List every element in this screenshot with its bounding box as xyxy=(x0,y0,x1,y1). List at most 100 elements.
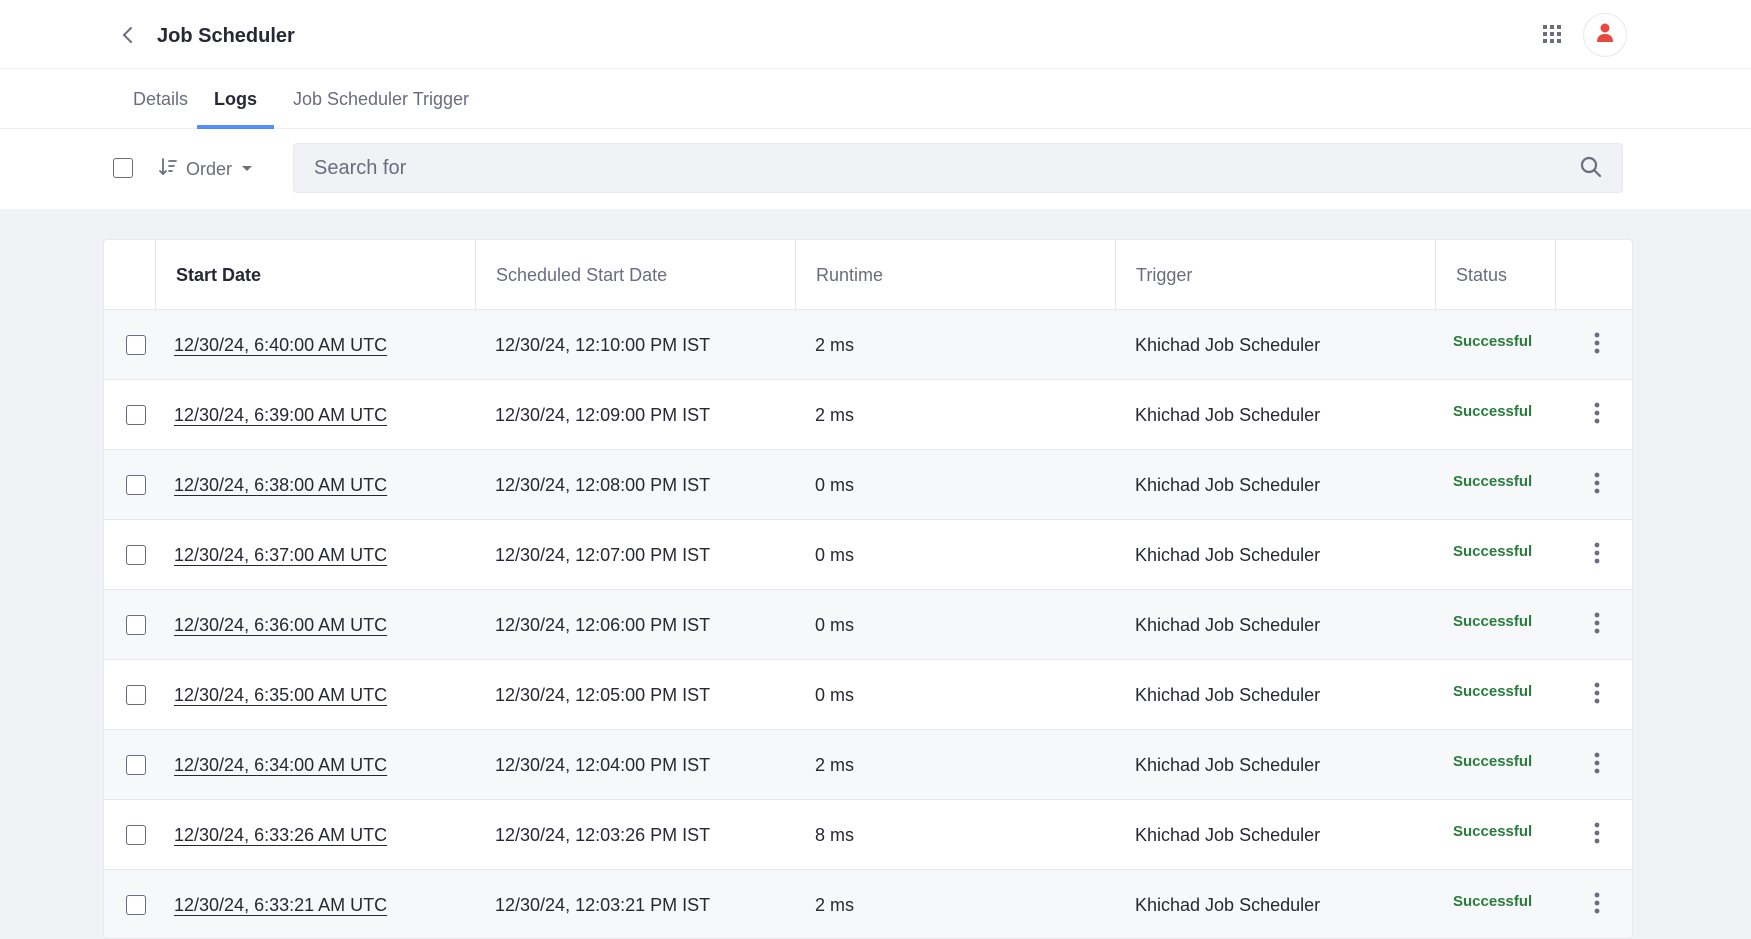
table-row: 12/30/24, 6:36:00 AM UTC 12/30/24, 12:06:… xyxy=(104,590,1632,660)
row-actions-button[interactable] xyxy=(1581,329,1613,361)
runtime-cell: 0 ms xyxy=(815,615,855,635)
row-checkbox[interactable] xyxy=(126,825,146,845)
sort-icon xyxy=(158,157,178,182)
start-date-link[interactable]: 12/30/24, 6:33:26 AM UTC xyxy=(174,800,387,870)
ellipsis-vertical-icon xyxy=(1594,612,1600,639)
row-checkbox[interactable] xyxy=(126,475,146,495)
top-header: Job Scheduler xyxy=(0,0,1751,69)
ellipsis-vertical-icon xyxy=(1594,682,1600,709)
row-checkbox[interactable] xyxy=(126,405,146,425)
scheduled-start-date-cell: 12/30/24, 12:07:00 PM IST xyxy=(495,545,711,565)
tab-logs[interactable]: Logs xyxy=(197,69,274,129)
management-toolbar: Order xyxy=(0,129,1751,209)
runtime-cell: 0 ms xyxy=(815,475,855,495)
ellipsis-vertical-icon xyxy=(1594,822,1600,849)
caret-down-icon xyxy=(240,159,254,180)
row-actions-button[interactable] xyxy=(1581,469,1613,501)
row-checkbox[interactable] xyxy=(126,685,146,705)
search-icon xyxy=(1580,156,1602,183)
row-checkbox[interactable] xyxy=(126,895,146,915)
ellipsis-vertical-icon xyxy=(1594,332,1600,359)
trigger-cell: Khichad Job Scheduler xyxy=(1135,825,1321,845)
start-date-link[interactable]: 12/30/24, 6:39:00 AM UTC xyxy=(174,380,387,450)
table-row: 12/30/24, 6:34:00 AM UTC 12/30/24, 12:04:… xyxy=(104,730,1632,800)
trigger-cell: Khichad Job Scheduler xyxy=(1135,405,1321,425)
table-row: 12/30/24, 6:38:00 AM UTC 12/30/24, 12:08:… xyxy=(104,450,1632,520)
column-header-actions xyxy=(1555,240,1632,310)
start-date-link[interactable]: 12/30/24, 6:38:00 AM UTC xyxy=(174,450,387,520)
row-actions-button[interactable] xyxy=(1581,609,1613,641)
status-badge: Successful xyxy=(1453,893,1533,910)
back-button[interactable] xyxy=(112,21,144,53)
scheduled-start-date-cell: 12/30/24, 12:06:00 PM IST xyxy=(495,615,711,635)
table-row: 12/30/24, 6:37:00 AM UTC 12/30/24, 12:07:… xyxy=(104,520,1632,590)
table-row: 12/30/24, 6:35:00 AM UTC 12/30/24, 12:05:… xyxy=(104,660,1632,730)
runtime-cell: 2 ms xyxy=(815,895,855,915)
apps-button[interactable] xyxy=(1536,20,1568,52)
row-checkbox[interactable] xyxy=(126,545,146,565)
table-header: Start Date Scheduled Start Date Runtime … xyxy=(104,240,1632,310)
search-bar xyxy=(293,143,1623,193)
search-button[interactable] xyxy=(1578,156,1604,182)
scheduled-start-date-cell: 12/30/24, 12:09:00 PM IST xyxy=(495,405,711,425)
tab-job-scheduler-trigger[interactable]: Job Scheduler Trigger xyxy=(290,69,472,129)
chevron-left-icon xyxy=(119,26,137,49)
status-badge: Successful xyxy=(1453,403,1533,420)
order-dropdown-button[interactable]: Order xyxy=(158,149,254,189)
trigger-cell: Khichad Job Scheduler xyxy=(1135,475,1321,495)
ellipsis-vertical-icon xyxy=(1594,542,1600,569)
status-badge: Successful xyxy=(1453,753,1533,770)
row-actions-button[interactable] xyxy=(1581,399,1613,431)
row-actions-button[interactable] xyxy=(1581,819,1613,851)
row-checkbox[interactable] xyxy=(126,615,146,635)
row-checkbox[interactable] xyxy=(126,755,146,775)
runtime-cell: 2 ms xyxy=(815,405,855,425)
row-checkbox[interactable] xyxy=(126,335,146,355)
status-badge: Successful xyxy=(1453,543,1533,560)
scheduled-start-date-cell: 12/30/24, 12:05:00 PM IST xyxy=(495,685,711,705)
table-row: 12/30/24, 6:40:00 AM UTC 12/30/24, 12:10:… xyxy=(104,310,1632,380)
status-badge: Successful xyxy=(1453,683,1533,700)
column-header-start-date[interactable]: Start Date xyxy=(155,240,475,310)
table-row: 12/30/24, 6:33:26 AM UTC 12/30/24, 12:03:… xyxy=(104,800,1632,870)
row-actions-button[interactable] xyxy=(1581,749,1613,781)
status-badge: Successful xyxy=(1453,823,1533,840)
status-badge: Successful xyxy=(1453,473,1533,490)
ellipsis-vertical-icon xyxy=(1594,402,1600,429)
row-actions-button[interactable] xyxy=(1581,539,1613,571)
ellipsis-vertical-icon xyxy=(1594,892,1600,919)
scheduled-start-date-cell: 12/30/24, 12:03:26 PM IST xyxy=(495,825,711,845)
runtime-cell: 8 ms xyxy=(815,825,855,845)
trigger-cell: Khichad Job Scheduler xyxy=(1135,895,1321,915)
grid-icon xyxy=(1543,24,1561,48)
runtime-cell: 0 ms xyxy=(815,545,855,565)
page-title: Job Scheduler xyxy=(157,25,295,47)
start-date-link[interactable]: 12/30/24, 6:35:00 AM UTC xyxy=(174,660,387,730)
start-date-link[interactable]: 12/30/24, 6:37:00 AM UTC xyxy=(174,520,387,590)
table-row: 12/30/24, 6:33:21 AM UTC 12/30/24, 12:03:… xyxy=(104,870,1632,938)
runtime-cell: 2 ms xyxy=(815,335,855,355)
trigger-cell: Khichad Job Scheduler xyxy=(1135,685,1321,705)
scheduled-start-date-cell: 12/30/24, 12:03:21 PM IST xyxy=(495,895,711,915)
scheduled-start-date-cell: 12/30/24, 12:08:00 PM IST xyxy=(495,475,711,495)
trigger-cell: Khichad Job Scheduler xyxy=(1135,755,1321,775)
start-date-link[interactable]: 12/30/24, 6:36:00 AM UTC xyxy=(174,590,387,660)
start-date-link[interactable]: 12/30/24, 6:34:00 AM UTC xyxy=(174,730,387,800)
column-header-status[interactable]: Status xyxy=(1435,240,1555,310)
column-header-trigger[interactable]: Trigger xyxy=(1115,240,1435,310)
column-header-runtime[interactable]: Runtime xyxy=(795,240,1115,310)
user-icon xyxy=(1596,23,1614,48)
column-header-scheduled-start-date[interactable]: Scheduled Start Date xyxy=(475,240,795,310)
start-date-link[interactable]: 12/30/24, 6:40:00 AM UTC xyxy=(174,310,387,380)
order-label: Order xyxy=(186,158,233,179)
row-actions-button[interactable] xyxy=(1581,679,1613,711)
trigger-cell: Khichad Job Scheduler xyxy=(1135,335,1321,355)
user-avatar-button[interactable] xyxy=(1583,13,1627,57)
select-all-checkbox[interactable] xyxy=(113,158,133,178)
start-date-link[interactable]: 12/30/24, 6:33:21 AM UTC xyxy=(174,870,387,938)
runtime-cell: 0 ms xyxy=(815,685,855,705)
search-input[interactable] xyxy=(294,144,1622,192)
tab-details[interactable]: Details xyxy=(122,69,199,129)
table-row: 12/30/24, 6:39:00 AM UTC 12/30/24, 12:09:… xyxy=(104,380,1632,450)
row-actions-button[interactable] xyxy=(1581,889,1613,921)
